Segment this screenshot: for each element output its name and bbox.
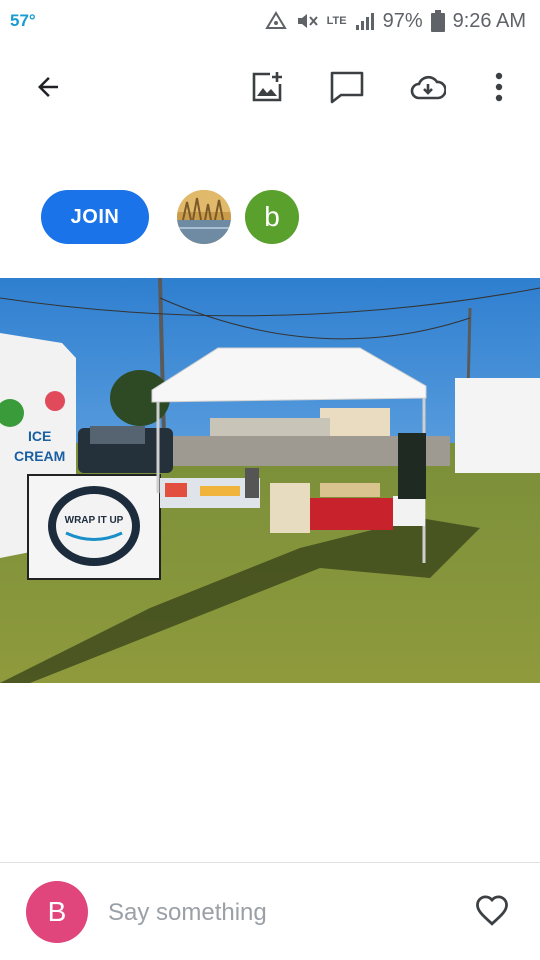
recycle-icon	[264, 11, 287, 31]
comment-input[interactable]	[108, 891, 438, 935]
app-bar	[0, 58, 540, 120]
signal-icon	[355, 12, 375, 30]
like-button[interactable]	[468, 888, 516, 936]
comment-button[interactable]	[323, 65, 371, 113]
album-members-row: JOIN b	[0, 185, 540, 249]
mute-icon	[295, 11, 319, 31]
clock: 9:26 AM	[452, 9, 526, 32]
add-photo-icon	[250, 70, 284, 109]
status-temperature: 57°	[10, 11, 36, 30]
comment-icon	[329, 70, 365, 109]
comment-bar: B	[0, 863, 540, 960]
back-arrow-icon	[33, 72, 63, 107]
more-options-button[interactable]	[475, 65, 523, 113]
status-bar: 57° LTE 97% 9:26 AM	[0, 0, 540, 42]
current-user-avatar[interactable]: B	[26, 881, 88, 943]
member-avatar-photo[interactable]	[177, 190, 231, 244]
network-type: LTE	[326, 15, 347, 27]
shared-photo[interactable]: ICE CREAM WRAP IT UP	[0, 278, 540, 683]
ice-cream-sign-line2: CREAM	[14, 448, 65, 464]
back-button[interactable]	[24, 65, 72, 113]
status-icons: LTE 97% 9:26 AM	[264, 9, 526, 33]
more-vert-icon	[495, 72, 503, 107]
download-button[interactable]	[404, 65, 452, 113]
cloud-download-icon	[410, 73, 447, 106]
heart-outline-icon	[474, 894, 510, 931]
ice-cream-sign-line1: ICE	[28, 428, 51, 444]
add-photo-button[interactable]	[243, 65, 291, 113]
battery-percent: 97%	[382, 9, 423, 32]
member-avatar-letter[interactable]: b	[245, 190, 299, 244]
logo-sign-text: WRAP IT UP	[65, 515, 124, 526]
join-button[interactable]: JOIN	[41, 190, 149, 244]
battery-icon	[430, 10, 445, 32]
